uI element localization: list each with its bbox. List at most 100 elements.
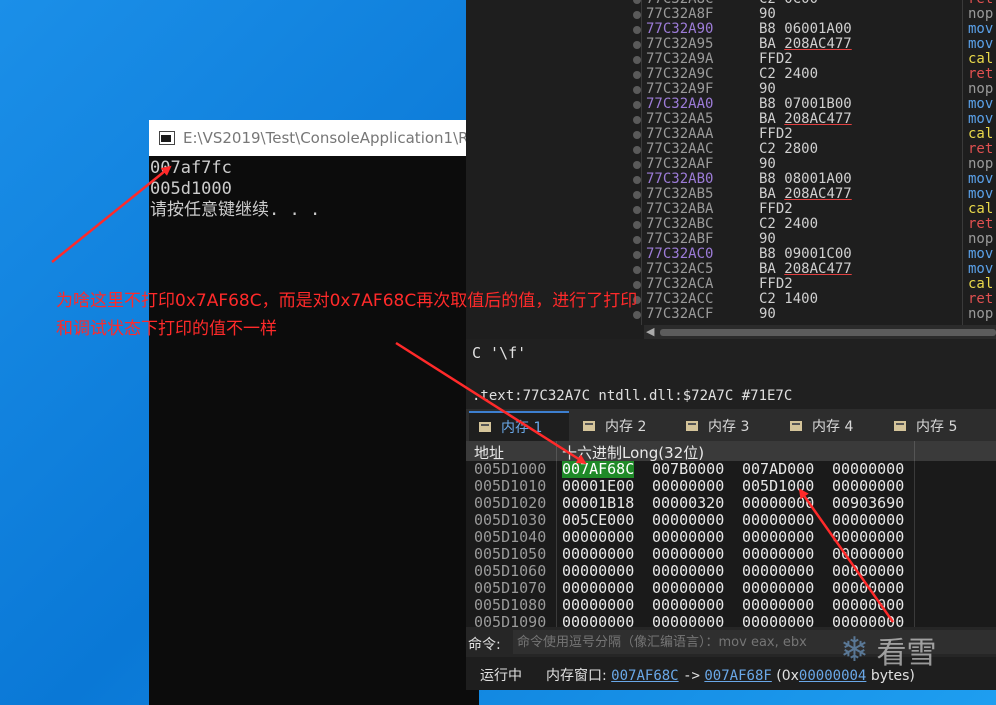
memory-value[interactable]: 00000000 — [652, 478, 724, 495]
disasm-row[interactable]: 77C32A90 B8 06001A00 mov — [466, 22, 996, 37]
breakpoint-dot-icon[interactable] — [633, 266, 641, 274]
column-header-address[interactable]: 地址 — [474, 442, 504, 463]
breakpoint-dot-icon[interactable] — [633, 176, 641, 184]
memory-value[interactable]: 00000000 — [562, 597, 634, 614]
disasm-horizontal-scrollbar[interactable]: ◀ — [644, 325, 996, 339]
memory-value[interactable]: 00000000 — [742, 563, 814, 580]
memory-value[interactable]: 00000000 — [652, 597, 724, 614]
disasm-row[interactable]: 77C32A95 BA 208AC477 mov — [466, 37, 996, 52]
breakpoint-dot-icon[interactable] — [633, 131, 641, 139]
breakpoint-dot-icon[interactable] — [633, 221, 641, 229]
disasm-row[interactable]: 77C32ABA FFD2 cal — [466, 202, 996, 217]
tab-memory-2[interactable]: 内存 2 — [573, 411, 673, 441]
memory-value[interactable]: 005CE000 — [562, 512, 634, 529]
memory-value[interactable]: 00000000 — [832, 546, 904, 563]
breakpoint-dot-icon[interactable] — [633, 41, 641, 49]
memory-row[interactable]: 005D1050 00000000 00000000 00000000 00000000 — [466, 546, 914, 563]
memory-value[interactable]: 00000000 — [562, 563, 634, 580]
memory-value[interactable]: 00000000 — [652, 512, 724, 529]
memory-value[interactable]: 00000000 — [832, 580, 904, 597]
memory-value[interactable]: 00000000 — [742, 495, 814, 512]
memory-row[interactable]: 005D1070 00000000 00000000 00000000 00000000 — [466, 580, 914, 597]
breakpoint-dot-icon[interactable] — [633, 116, 641, 124]
memory-value[interactable]: 00001E00 — [562, 478, 634, 495]
disasm-row[interactable]: 77C32AAC C2 2800 ret — [466, 142, 996, 157]
disasm-row[interactable]: 77C32AA5 BA 208AC477 mov — [466, 112, 996, 127]
console-titlebar[interactable]: E:\VS2019\Test\ConsoleApplication1\R — [149, 120, 479, 156]
breakpoint-dot-icon[interactable] — [633, 101, 641, 109]
memory-value[interactable]: 00000000 — [742, 597, 814, 614]
breakpoint-dot-icon[interactable] — [633, 0, 641, 4]
breakpoint-dot-icon[interactable] — [633, 206, 641, 214]
memory-value[interactable]: 00000000 — [742, 546, 814, 563]
breakpoint-dot-icon[interactable] — [633, 86, 641, 94]
memory-value[interactable]: 00000000 — [652, 614, 724, 628]
memory-value[interactable]: 005D1000 — [742, 478, 814, 495]
memory-value[interactable]: 007B0000 — [652, 461, 724, 478]
tab-memory-3[interactable]: 内存 3 — [676, 411, 776, 441]
memory-value[interactable]: 00000000 — [832, 614, 904, 628]
memory-value[interactable]: 00000000 — [832, 597, 904, 614]
memory-value[interactable]: 00000000 — [652, 563, 724, 580]
disasm-row[interactable]: 77C32A8F 90 nop — [466, 7, 996, 22]
disasm-row[interactable]: 77C32AAA FFD2 cal — [466, 127, 996, 142]
column-header-hex[interactable]: 十六进制Long(32位) — [562, 442, 704, 463]
memory-value[interactable]: 00000000 — [832, 563, 904, 580]
memory-value[interactable]: 00000000 — [562, 580, 634, 597]
status-addr-to-link[interactable]: 007AF68F — [704, 668, 771, 684]
disasm-row[interactable]: 77C32A8CC2 0C00ret — [466, 0, 996, 7]
memory-row[interactable]: 005D1030 005CE000 00000000 00000000 00000000 — [466, 512, 914, 529]
memory-value[interactable]: 00000000 — [652, 546, 724, 563]
memory-value[interactable]: 00000000 — [652, 529, 724, 546]
memory-value[interactable]: 007AF68C — [562, 461, 635, 478]
breakpoint-dot-icon[interactable] — [633, 11, 641, 19]
memory-row[interactable]: 005D1060 00000000 00000000 00000000 00000000 — [466, 563, 914, 580]
memory-value[interactable]: 00000000 — [742, 529, 814, 546]
disassembly-view[interactable]: 77C32A8CC2 0C00ret77C32A8F 90 nop 77C32A90 B… — [466, 0, 996, 325]
disasm-row[interactable]: 77C32ABF 90 nop — [466, 232, 996, 247]
breakpoint-dot-icon[interactable] — [633, 71, 641, 79]
disasm-row[interactable]: 77C32AC0 B8 09001C00 mov — [466, 247, 996, 262]
tab-memory-1[interactable]: 内存 1 — [469, 411, 569, 441]
memory-value[interactable]: 00000000 — [832, 512, 904, 529]
tab-memory-4[interactable]: 内存 4 — [780, 411, 880, 441]
breakpoint-dot-icon[interactable] — [633, 146, 641, 154]
memory-value[interactable]: 00001B18 — [562, 495, 634, 512]
memory-value[interactable]: 00000000 — [562, 529, 634, 546]
status-addr-from-link[interactable]: 007AF68C — [611, 668, 678, 684]
disasm-row[interactable]: 77C32A9C C2 2400 ret — [466, 67, 996, 82]
memory-value[interactable]: 00000000 — [832, 529, 904, 546]
breakpoint-dot-icon[interactable] — [633, 26, 641, 34]
disasm-row[interactable]: 77C32A9F 90 nop — [466, 82, 996, 97]
scroll-left-icon[interactable]: ◀ — [646, 325, 654, 339]
memory-dump[interactable]: 005D1000 007AF68C 007B0000 007AD000 00000000… — [466, 461, 996, 627]
memory-value[interactable]: 00000000 — [742, 512, 814, 529]
breakpoint-dot-icon[interactable] — [633, 251, 641, 259]
memory-row[interactable]: 005D1080 00000000 00000000 00000000 00000000 — [466, 597, 914, 614]
memory-value[interactable]: 00000000 — [832, 461, 904, 478]
memory-value[interactable]: 00000000 — [562, 614, 634, 628]
disasm-row[interactable]: 77C32AAF 90 nop — [466, 157, 996, 172]
memory-value[interactable]: 00903690 — [832, 495, 904, 512]
breakpoint-dot-icon[interactable] — [633, 191, 641, 199]
memory-value[interactable]: 00000320 — [652, 495, 724, 512]
disasm-row[interactable]: 77C32AC5 BA 208AC477 mov — [466, 262, 996, 277]
disasm-row[interactable]: 77C32AB0 B8 08001A00 mov — [466, 172, 996, 187]
memory-row[interactable]: 005D1090 00000000 00000000 00000000 00000000 — [466, 614, 914, 628]
scrollbar-thumb[interactable] — [660, 329, 996, 336]
disasm-row[interactable]: 77C32ABC C2 2400 ret — [466, 217, 996, 232]
memory-row[interactable]: 005D1010 00001E00 00000000 005D1000 00000000 — [466, 478, 914, 495]
memory-row[interactable]: 005D1020 00001B18 00000320 00000000 00903690 — [466, 495, 914, 512]
breakpoint-dot-icon[interactable] — [633, 161, 641, 169]
memory-row[interactable]: 005D1000 007AF68C 007B0000 007AD000 00000000 — [466, 461, 914, 478]
memory-value[interactable]: 00000000 — [832, 478, 904, 495]
disasm-row[interactable]: 77C32AB5 BA 208AC477 mov — [466, 187, 996, 202]
memory-row[interactable]: 005D1040 00000000 00000000 00000000 00000000 — [466, 529, 914, 546]
memory-value[interactable]: 00000000 — [562, 546, 634, 563]
disasm-row[interactable]: 77C32AA0 B8 07001B00 mov — [466, 97, 996, 112]
breakpoint-dot-icon[interactable] — [633, 236, 641, 244]
disasm-row[interactable]: 77C32A9A FFD2 cal — [466, 52, 996, 67]
breakpoint-dot-icon[interactable] — [633, 56, 641, 64]
tab-memory-5[interactable]: 内存 5 — [884, 411, 984, 441]
memory-value[interactable]: 00000000 — [742, 614, 814, 628]
